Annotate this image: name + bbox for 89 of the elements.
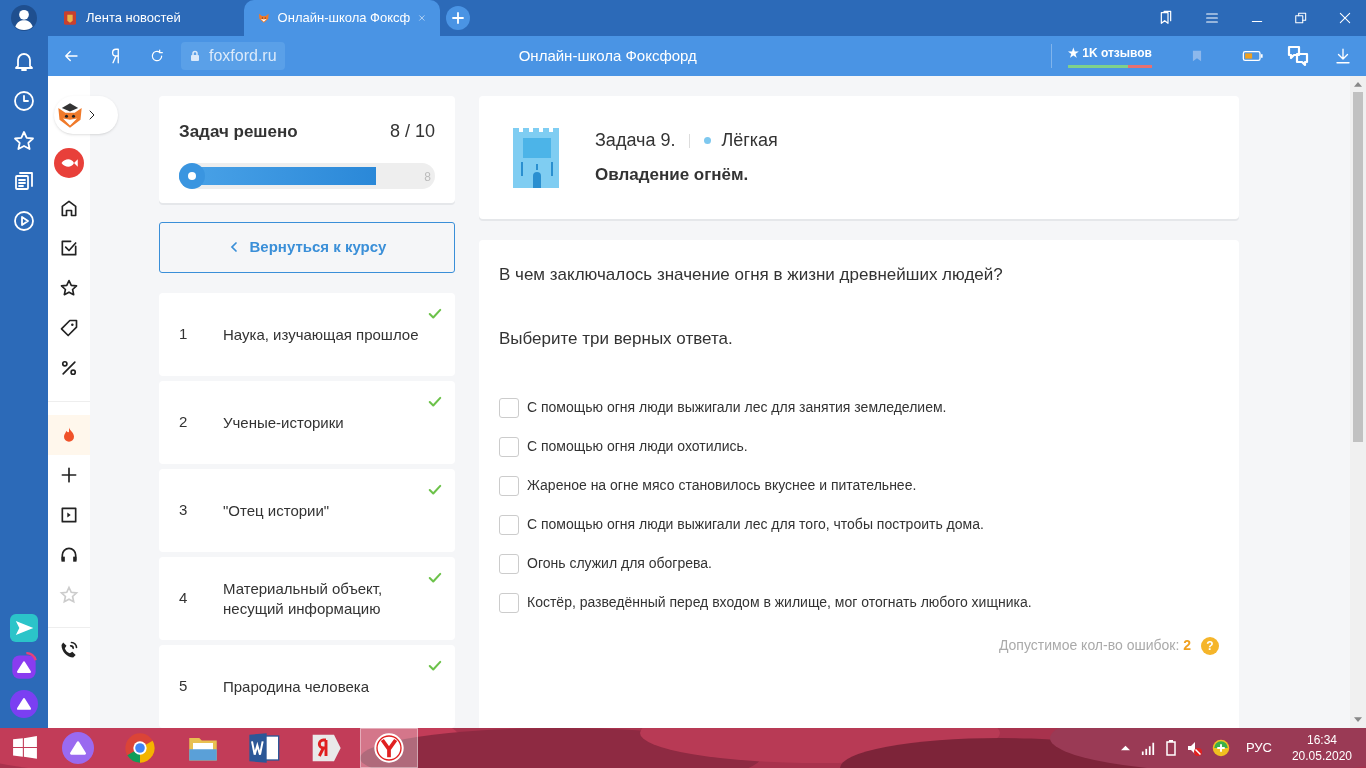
checkbox-icon [59,238,79,258]
play-icon[interactable] [12,209,36,233]
checkbox[interactable] [499,514,519,535]
yandex-app-icon[interactable] [310,732,342,764]
question-text: В чем заключалось значение огня в жизни древнейших людей? [499,264,1004,286]
checkbox[interactable] [499,553,519,574]
difficulty-label: Лёгкая [721,129,778,153]
task-item[interactable]: 5 Прародина человека [159,645,455,728]
checkbox[interactable] [499,397,519,418]
menu-icon[interactable] [1204,10,1220,26]
language-indicator[interactable]: РУС [1245,738,1272,758]
task-item[interactable]: 4 Материальный объект, несущий информацию [159,557,455,640]
tag-icon [59,318,79,338]
browser-tab[interactable]: Лента новостей [48,0,244,36]
headphones-icon [59,545,79,565]
task-item[interactable]: 2 Ученые-историки [159,381,455,464]
lock-icon [189,49,201,63]
star-icon [59,278,79,298]
bookmarks-icon[interactable] [1158,10,1174,26]
option-text: С помощью огня люди выжигали лес для занятия земледелием. [527,398,947,417]
assistant-icon[interactable] [62,732,94,764]
taskbar-app[interactable] [360,728,418,768]
task-title: "Отец истории" [223,500,330,521]
fox-logo-icon[interactable] [56,101,84,129]
clock-icon[interactable] [12,89,36,113]
checkbox[interactable] [499,436,519,457]
option-text: Жареное на огне мясо становилось вкуснее и питательнее. [527,476,917,495]
scroll-up-icon[interactable] [1354,81,1362,87]
plus-icon [59,465,79,485]
word-icon[interactable] [248,732,280,764]
restore-icon[interactable] [1294,11,1308,25]
browser-icon [373,732,405,764]
tray-app-icon[interactable] [1211,739,1230,757]
option-text: С помощью огня люди охотились. [527,437,748,456]
scroll-down-icon[interactable] [1354,717,1362,723]
task-number: 5 [179,676,189,697]
reload-icon[interactable] [149,48,165,64]
task-number: 3 [179,500,189,521]
checkbox[interactable] [499,475,519,496]
star-icon[interactable] [12,129,36,153]
task-number: Задача 9. [595,129,676,153]
translate-icon[interactable] [1286,44,1310,68]
task-title: Овладение огнём. [595,164,750,187]
task-title: Прародина человека [223,676,370,697]
phone-icon[interactable] [59,640,79,660]
progress-start-knob [179,163,205,189]
task-title: Наука, изучающая прошлое [223,324,419,345]
scroll-thumb[interactable] [1353,92,1363,442]
chrome-icon[interactable] [124,732,156,764]
messenger-icon[interactable] [10,614,38,642]
assistant-app-icon[interactable] [10,652,38,680]
checkbox[interactable] [499,592,519,613]
assistant-icon[interactable] [10,690,38,718]
instruction-text: Выберите три верных ответа. [499,327,734,350]
emblem-icon [62,10,78,26]
progress-title: Задач решено [179,120,298,143]
star-icon [59,585,79,605]
fish-badge-icon[interactable] [54,148,84,178]
scrollbar[interactable] [1350,76,1366,728]
task-title: Материальный объект, несущий информацию [223,578,384,619]
rating-bar-icon [1067,65,1152,68]
clock[interactable]: 16:34 20.05.2020 [1291,732,1352,764]
option-text: С помощью огня люди выжигали лес для того, чтобы построить дома. [527,515,984,534]
close-window-icon[interactable] [1338,11,1352,25]
allowed-errors-text: Допустимое кол-во ошибок: 2 [998,636,1191,655]
task-title: Ученые-историки [223,412,344,433]
progress-count: 8 / 10 [389,120,435,143]
video-icon [59,505,79,525]
task-number: 1 [179,324,189,345]
avatar-icon[interactable] [11,5,37,31]
task-number: 4 [179,588,189,609]
download-icon[interactable] [1334,47,1352,65]
option-text: Костёр, разведённый перед входом в жилище, мог отогнать любого хищника. [527,593,1032,612]
page-title: Онлайн-школа Фоксфорд [517,45,698,66]
signal-icon[interactable] [1139,741,1156,755]
task-item[interactable]: 3 "Отец истории" [159,469,455,552]
new-tab-icon[interactable] [446,6,470,30]
muted-speaker-icon[interactable] [1185,740,1202,756]
task-number: 2 [179,412,189,433]
task-item[interactable]: 1 Наука, изучающая прошлое [159,293,455,376]
difficulty-dot-icon [704,137,712,145]
home-icon [59,198,79,218]
percent-icon [59,358,79,378]
battery-icon[interactable] [1165,740,1176,756]
option-text: Огонь служил для обогрева. [527,554,712,573]
battery-icon[interactable] [1242,49,1264,63]
windows-start-icon[interactable] [12,735,38,761]
collections-icon[interactable] [12,169,36,193]
tray-arrow-icon[interactable] [1120,745,1130,751]
